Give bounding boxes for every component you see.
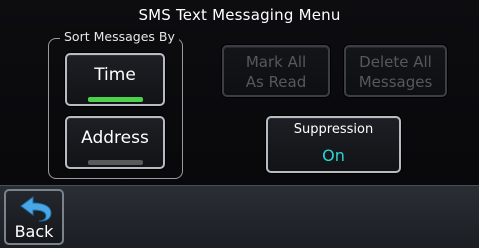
sort-messages-group-label: Sort Messages By	[60, 29, 179, 44]
sort-address-indicator	[88, 160, 143, 165]
back-label: Back	[14, 222, 54, 241]
delete-all-line1: Delete All	[359, 53, 432, 71]
mark-all-read-button[interactable]: Mark All As Read	[222, 45, 330, 97]
page-title: SMS Text Messaging Menu	[138, 6, 341, 24]
suppression-value: On	[322, 146, 345, 165]
mark-all-line2: As Read	[245, 73, 307, 91]
sms-menu-screen: SMS Text Messaging Menu Sort Messages By…	[0, 0, 479, 248]
sort-address-label: Address	[81, 128, 149, 148]
back-button[interactable]: Back	[4, 189, 64, 245]
sort-time-button[interactable]: Time	[65, 53, 165, 106]
sort-time-label: Time	[94, 65, 136, 85]
back-arrow-icon	[20, 196, 52, 222]
delete-all-line2: Messages	[358, 73, 433, 91]
sort-address-button[interactable]: Address	[65, 116, 165, 169]
bottom-button-bar	[0, 185, 479, 248]
delete-all-messages-button[interactable]: Delete All Messages	[344, 45, 447, 97]
suppression-label: Suppression	[293, 122, 374, 137]
sort-time-indicator	[88, 97, 143, 102]
suppression-button[interactable]: Suppression On	[266, 116, 401, 173]
mark-all-line1: Mark All	[245, 53, 307, 71]
